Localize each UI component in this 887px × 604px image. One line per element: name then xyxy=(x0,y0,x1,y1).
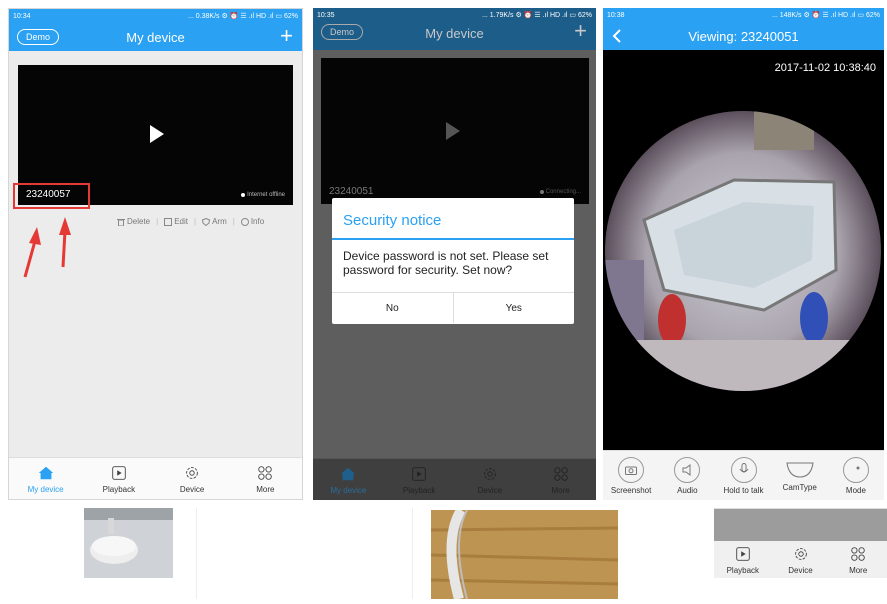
edit-icon xyxy=(164,217,173,226)
camera-icon xyxy=(618,456,645,483)
arm-action[interactable]: Arm xyxy=(202,217,227,226)
shield-icon xyxy=(202,217,211,226)
video-timestamp: 2017-11-02 10:38:40 xyxy=(774,62,876,74)
camtype-control[interactable]: CamType xyxy=(772,451,828,500)
tab-my-device[interactable]: My device xyxy=(313,459,384,500)
thumbnail-cable-coil xyxy=(84,508,173,578)
tab-more[interactable]: More xyxy=(229,458,302,499)
device-actions: Delete | Edit | Arm | Info xyxy=(117,217,264,226)
connection-status: Internet offline xyxy=(241,192,285,198)
more-icon xyxy=(851,547,865,561)
status-bar: 10:34 ... 0.38K/s ⚙ ⏰ ☰ .ıl HD .ıl ▭ 62% xyxy=(9,9,302,23)
status-dot-icon xyxy=(241,193,246,197)
delete-action[interactable]: Delete xyxy=(117,217,150,226)
playback-icon xyxy=(112,465,126,480)
title-bar: Demo My device + xyxy=(9,23,302,51)
speaker-icon xyxy=(674,456,701,483)
status-dot-icon xyxy=(539,190,544,194)
status-time: 10:38 xyxy=(607,11,625,19)
status-indicators: ... 148K/s ⚙ ⏰ ☰ .ıl HD .ıl ▭ 62% xyxy=(771,12,880,19)
security-notice-dialog: Security notice Device password is not s… xyxy=(332,198,574,324)
title-bar: Viewing: 23240051 xyxy=(603,22,884,50)
partial-tab-bar: Playback Device More xyxy=(714,545,887,575)
page-title: My device xyxy=(425,25,484,41)
live-controls: Screenshot Audio Hold to talk CamType Mo… xyxy=(603,450,884,500)
trash-icon xyxy=(117,218,125,226)
add-device-icon[interactable]: + xyxy=(574,19,587,43)
tab-playback[interactable]: Playback xyxy=(384,459,455,500)
info-action[interactable]: Info xyxy=(240,217,264,226)
tab-playback[interactable]: Playback xyxy=(82,458,155,499)
page-title: My device xyxy=(126,29,185,45)
tab-my-device[interactable]: My device xyxy=(9,458,82,499)
bottom-tab-bar: My device Playback Device More xyxy=(313,458,596,500)
fisheye-image xyxy=(605,111,881,391)
microphone-icon xyxy=(730,456,757,483)
tab-playback[interactable]: Playback xyxy=(714,545,772,575)
separator-line xyxy=(412,508,413,599)
mode-control[interactable]: Mode xyxy=(828,451,884,500)
bottom-tab-bar: My device Playback Device More xyxy=(9,457,302,499)
red-arrows xyxy=(23,217,71,278)
yes-button[interactable]: Yes xyxy=(454,293,575,323)
tab-more[interactable]: More xyxy=(829,545,887,575)
add-device-icon[interactable]: + xyxy=(280,24,293,48)
screenshot-control[interactable]: Screenshot xyxy=(603,451,659,500)
gear-icon xyxy=(484,467,496,480)
thumbnail-tab-bar: Playback Device More xyxy=(714,508,887,578)
tab-device[interactable]: Device xyxy=(772,545,830,575)
status-time: 10:34 xyxy=(13,12,31,20)
gear-icon xyxy=(186,466,198,479)
thumbnail-cable-wood xyxy=(430,507,619,601)
status-bar: 10:35 ... 1.79K/s ⚙ ⏰ ☰ .ıl HD .ıl ▭ 62% xyxy=(313,8,596,22)
home-icon xyxy=(38,466,53,479)
tab-more[interactable]: More xyxy=(525,459,596,500)
cable-on-wood-image xyxy=(430,507,619,601)
title-bar: Demo My device + xyxy=(313,19,596,50)
highlight-box xyxy=(13,183,90,209)
info-icon xyxy=(240,217,249,226)
edit-action[interactable]: Edit xyxy=(164,217,188,226)
connection-status: Connecting... xyxy=(539,189,581,195)
demo-button[interactable]: Demo xyxy=(321,24,364,40)
phone-screen-my-device: 10:34 ... 0.38K/s ⚙ ⏰ ☰ .ıl HD .ıl ▭ 62%… xyxy=(8,8,303,500)
play-icon[interactable] xyxy=(150,125,164,143)
phone-screen-security-notice: 10:35 ... 1.79K/s ⚙ ⏰ ☰ .ıl HD .ıl ▭ 62%… xyxy=(313,8,596,500)
back-arrow-icon[interactable] xyxy=(612,29,622,43)
audio-control[interactable]: Audio xyxy=(659,451,715,500)
status-time: 10:35 xyxy=(317,11,335,19)
hold-to-talk-control[interactable]: Hold to talk xyxy=(715,451,771,500)
more-icon xyxy=(553,466,568,481)
camtype-icon xyxy=(785,460,815,480)
cable-coil-image xyxy=(84,508,173,564)
mode-icon xyxy=(842,456,869,483)
tab-device[interactable]: Device xyxy=(455,459,526,500)
status-bar: 10:38 ... 148K/s ⚙ ⏰ ☰ .ıl HD .ıl ▭ 62% xyxy=(603,8,884,22)
separator-line xyxy=(196,508,197,599)
more-icon xyxy=(258,465,273,480)
playback-icon xyxy=(412,466,426,481)
home-icon xyxy=(341,467,356,480)
dialog-message: Device password is not set. Please set p… xyxy=(343,249,549,277)
grey-strip xyxy=(714,509,887,541)
playback-icon xyxy=(736,547,750,561)
live-video-feed[interactable]: 2017-11-02 10:38:40 xyxy=(603,50,884,450)
phone-screen-live-view: 10:38 ... 148K/s ⚙ ⏰ ☰ .ıl HD .ıl ▭ 62% … xyxy=(603,8,884,500)
device-id-label: 23240051 xyxy=(329,186,374,197)
tab-device[interactable]: Device xyxy=(156,458,229,499)
gear-icon xyxy=(794,548,807,560)
demo-button[interactable]: Demo xyxy=(17,29,60,45)
camera-preview: 23240051 Connecting... xyxy=(321,58,589,204)
dialog-title: Security notice xyxy=(343,212,442,229)
status-indicators: ... 0.38K/s ⚙ ⏰ ☰ .ıl HD .ıl ▭ 62% xyxy=(188,13,298,20)
dialog-buttons: No Yes xyxy=(332,292,574,323)
play-icon xyxy=(446,122,460,140)
page-title: Viewing: 23240051 xyxy=(688,28,799,44)
no-button[interactable]: No xyxy=(332,293,454,323)
